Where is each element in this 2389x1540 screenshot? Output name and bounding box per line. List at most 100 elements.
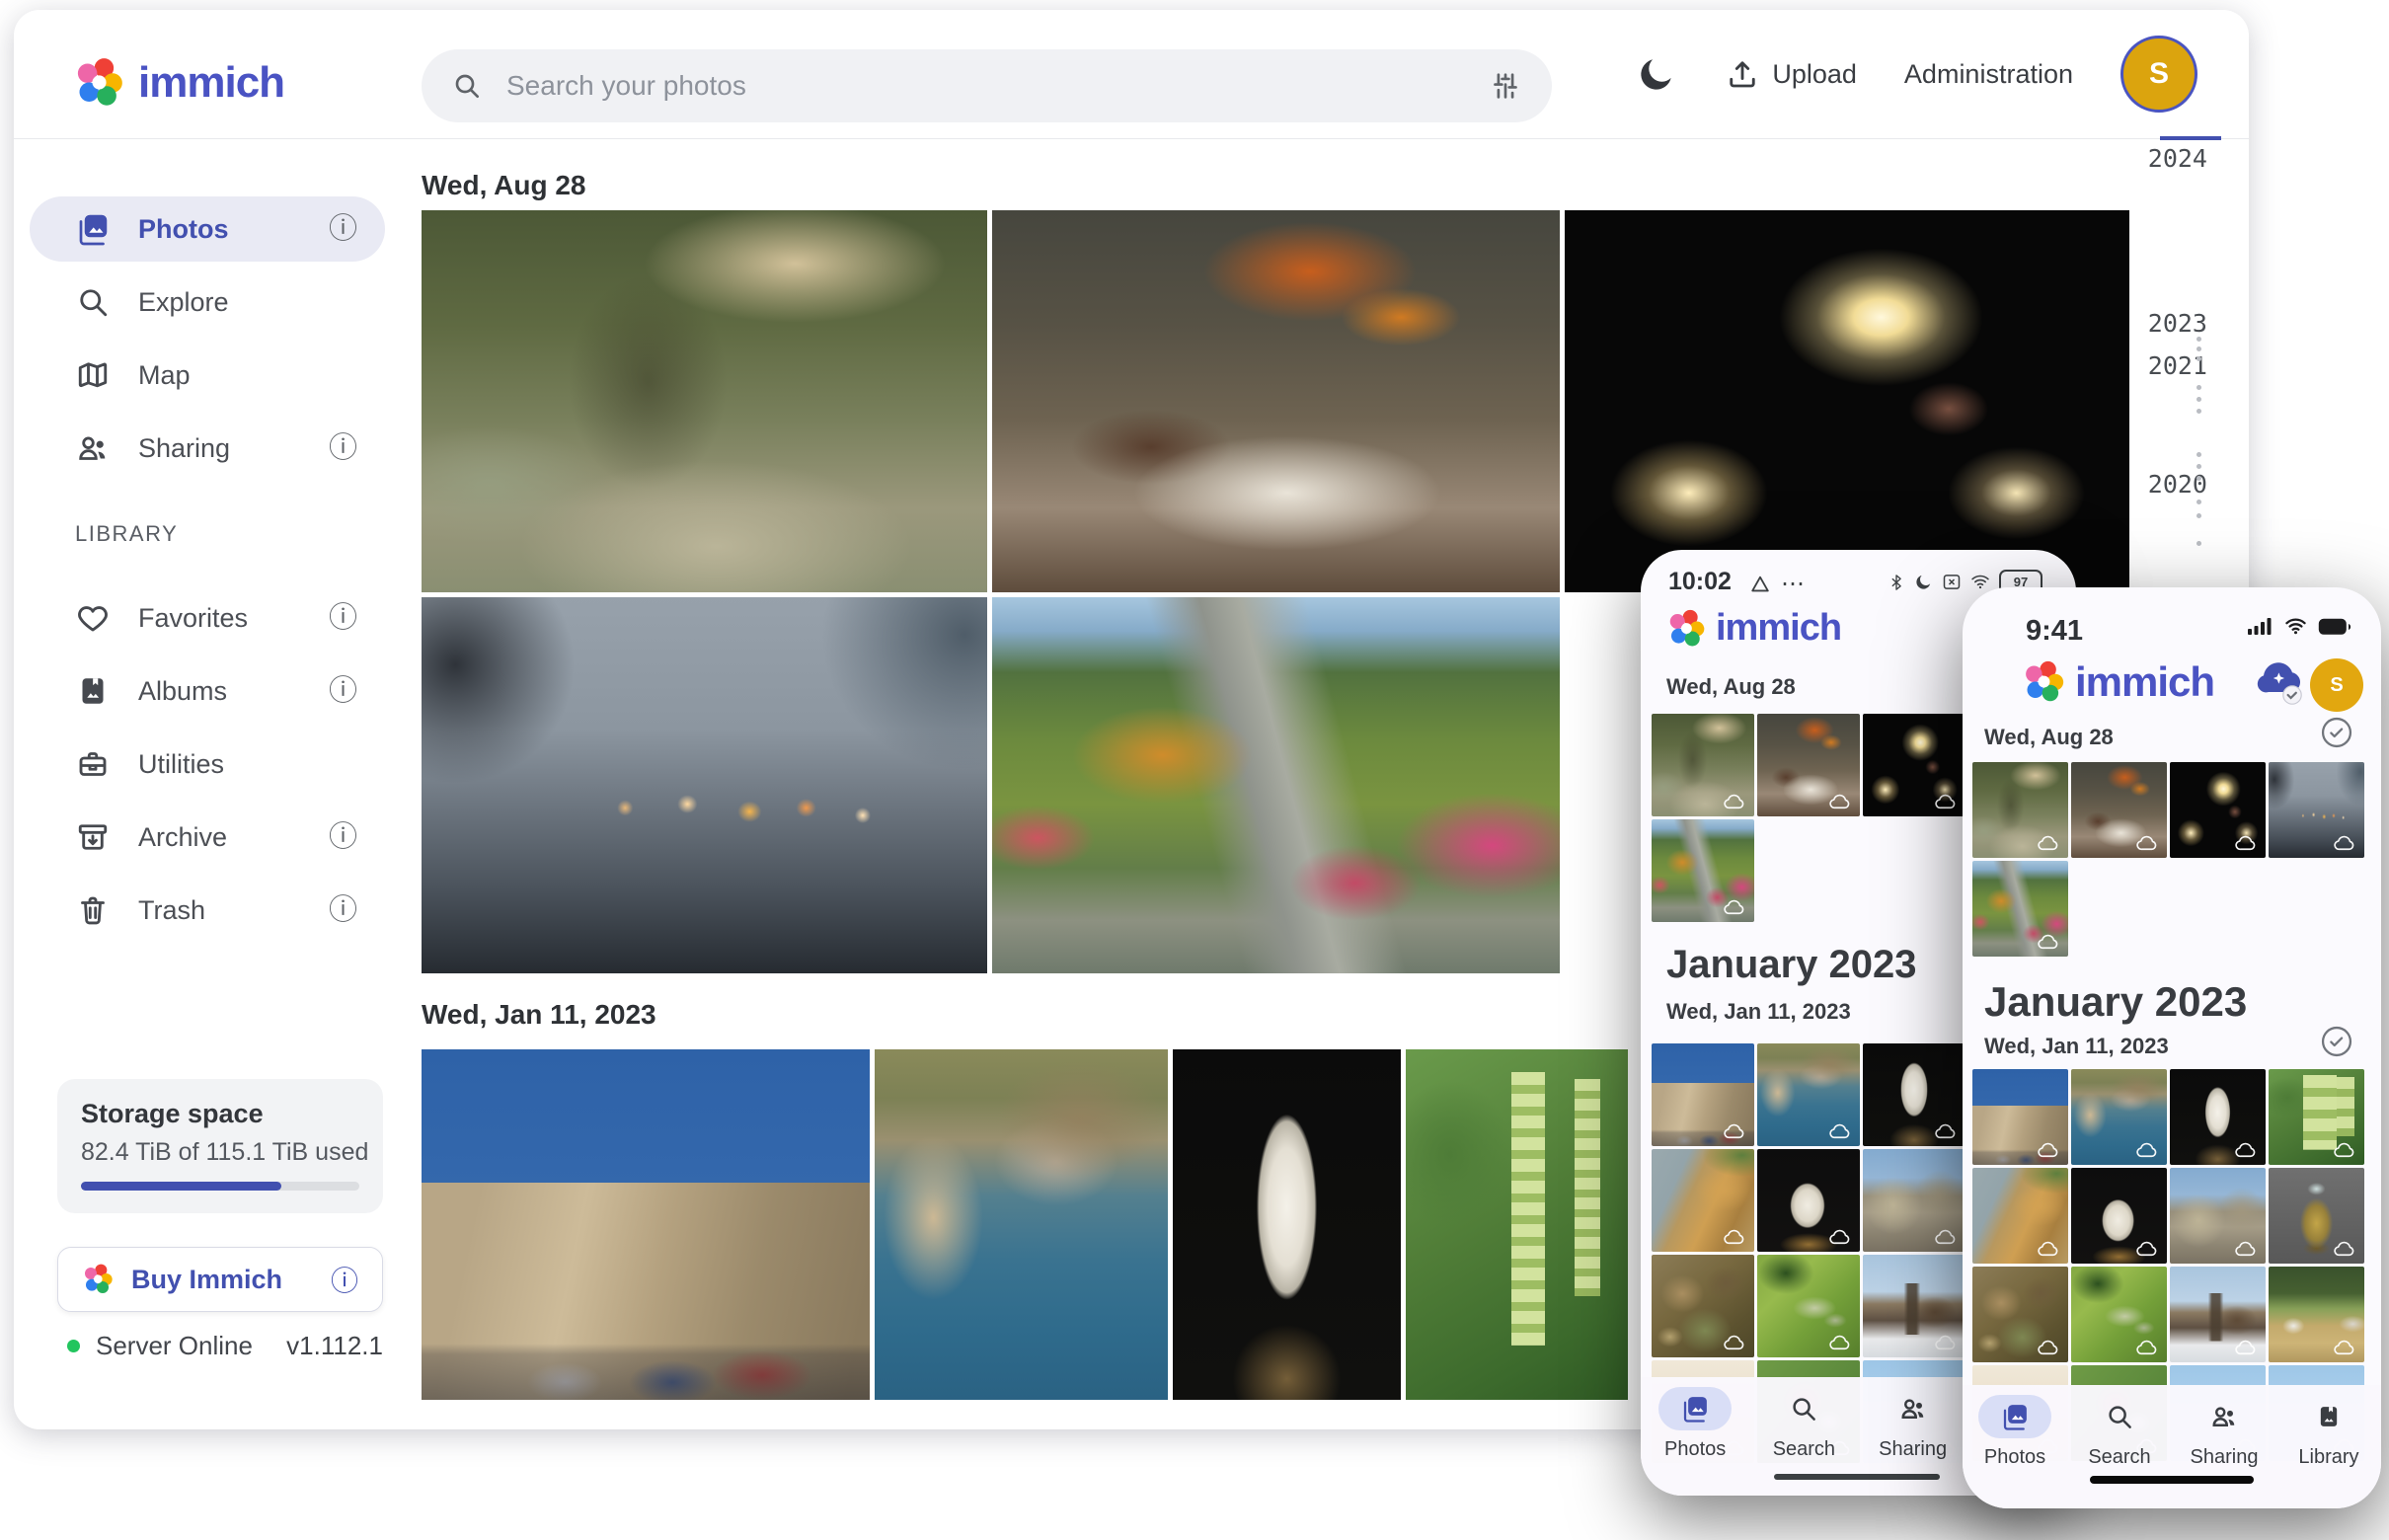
photo-fortress-thumbnail[interactable] <box>1972 1069 2068 1165</box>
app-title: immich <box>138 58 284 108</box>
phone2-home-indicator[interactable] <box>2090 1476 2254 1484</box>
photo-zoo-thumbnail[interactable] <box>422 210 987 592</box>
timeline-year-2024[interactable]: 2024 <box>2148 144 2207 173</box>
phone2-nav-photos[interactable]: Photos <box>1965 1395 2064 1469</box>
photo-lizard2-thumbnail[interactable] <box>2071 1267 2167 1362</box>
phone2-nav-sharing[interactable]: Sharing <box>2175 1395 2273 1469</box>
photo-berries-thumbnail[interactable] <box>1406 1049 1628 1400</box>
administration-link[interactable]: Administration <box>1904 59 2073 90</box>
cloud-icon <box>2234 1339 2259 1356</box>
sidebar-item-utilities[interactable]: Utilities <box>30 732 385 797</box>
photo-fortress-thumbnail[interactable] <box>422 1049 870 1400</box>
phone1-home-indicator[interactable] <box>1774 1474 1940 1480</box>
info-icon[interactable]: ⓘ <box>329 215 357 244</box>
phone2-nav-library[interactable]: Library <box>2279 1395 2378 1469</box>
sidebar-item-explore[interactable]: Explore <box>30 270 385 335</box>
photo-sculpt2-thumbnail[interactable] <box>1757 1149 1860 1252</box>
sidebar-item-photos[interactable]: Photos ⓘ <box>30 196 385 262</box>
info-icon[interactable]: ⓘ <box>329 604 357 633</box>
photo-path-thumbnail[interactable] <box>992 597 1560 973</box>
buy-immich-button[interactable]: Buy Immich ⓘ <box>57 1247 383 1312</box>
photo-beach-thumbnail[interactable] <box>1652 1149 1754 1252</box>
photo-dinner-thumbnail[interactable] <box>992 210 1560 592</box>
storage-title: Storage space <box>81 1099 264 1129</box>
dark-mode-moon-icon[interactable] <box>1636 53 1677 95</box>
photo-coast-thumbnail[interactable] <box>1757 1043 1860 1146</box>
cloud-icon <box>2037 1240 2061 1258</box>
cloud-icon <box>1828 1228 1853 1246</box>
photo-dinner-thumbnail[interactable] <box>1757 714 1860 816</box>
info-icon: ⓘ <box>331 1260 358 1299</box>
upload-button[interactable]: Upload <box>1725 56 1857 92</box>
phone2-user-avatar[interactable]: S <box>2310 658 2363 712</box>
sidebar-item-map[interactable]: Map <box>30 343 385 408</box>
immich-logo[interactable]: immich <box>73 57 284 109</box>
photo-hands-thumbnail[interactable] <box>2269 762 2364 858</box>
select-day-check-icon[interactable] <box>2320 716 2353 749</box>
photo-dinner-thumbnail[interactable] <box>2071 762 2167 858</box>
photo-lizard1-thumbnail[interactable] <box>1972 1267 2068 1362</box>
photo-fireworks-thumbnail[interactable] <box>2170 762 2266 858</box>
phone1-nav-search[interactable]: Search <box>1754 1387 1853 1461</box>
phone2-date-header-aug: Wed, Aug 28 <box>1984 725 2114 750</box>
timeline-year-2020[interactable]: 2020 <box>2148 470 2207 499</box>
sidebar-item-albums[interactable]: Albums ⓘ <box>30 658 385 724</box>
photo-hands-thumbnail[interactable] <box>422 597 987 973</box>
phone1-app-title: immich <box>1716 607 1841 650</box>
sidebar-item-archive[interactable]: Archive ⓘ <box>30 805 385 870</box>
cloud-icon <box>2037 1339 2061 1356</box>
photo-bust-thumbnail[interactable] <box>2170 1069 2266 1165</box>
storage-progress-fill <box>81 1182 281 1191</box>
cloud-icon <box>2234 1240 2259 1258</box>
phone2-nav-search[interactable]: Search <box>2070 1395 2169 1469</box>
search-input[interactable]: Search your photos <box>506 70 1489 102</box>
photo-ruin-thumbnail[interactable] <box>1863 1149 1965 1252</box>
info-icon[interactable]: ⓘ <box>329 823 357 852</box>
photos-icon <box>2000 1402 2030 1431</box>
filter-icon[interactable] <box>1489 69 1522 103</box>
phone2-status-right-icons <box>2248 617 2351 636</box>
info-icon[interactable]: ⓘ <box>329 434 357 463</box>
phone1-status-left-icons: ⋯ <box>1749 570 1806 598</box>
cloud-icon <box>2333 1240 2357 1258</box>
photo-coast-thumbnail[interactable] <box>875 1049 1168 1400</box>
photo-fireworks-thumbnail[interactable] <box>1863 714 1965 816</box>
photo-zoo-thumbnail[interactable] <box>1652 714 1754 816</box>
photo-sculpt2-thumbnail[interactable] <box>2071 1168 2167 1264</box>
photo-fortress-thumbnail[interactable] <box>1652 1043 1754 1146</box>
photo-fireworks-thumbnail[interactable] <box>1565 210 2129 592</box>
photo-winter-thumbnail[interactable] <box>2170 1267 2266 1362</box>
photo-bust-thumbnail[interactable] <box>1863 1043 1965 1146</box>
phone1-nav-sharing[interactable]: Sharing <box>1864 1387 1963 1461</box>
photo-winter-thumbnail[interactable] <box>1863 1255 1965 1357</box>
photo-lizard2-thumbnail[interactable] <box>1757 1255 1860 1357</box>
phone1-nav-photos[interactable]: Photos <box>1646 1387 1744 1461</box>
photo-beach-thumbnail[interactable] <box>1972 1168 2068 1264</box>
photo-lizard1-thumbnail[interactable] <box>1652 1255 1754 1357</box>
cloud-icon <box>1828 1334 1853 1351</box>
photo-ornate-thumbnail[interactable] <box>2269 1168 2364 1264</box>
sidebar-item-sharing[interactable]: Sharing ⓘ <box>30 416 385 481</box>
photo-farm-thumbnail[interactable] <box>2269 1267 2364 1362</box>
info-icon[interactable]: ⓘ <box>329 896 357 925</box>
photo-bust-thumbnail[interactable] <box>1173 1049 1401 1400</box>
timeline-year-2023[interactable]: 2023 <box>2148 309 2207 338</box>
albums-icon <box>75 673 111 709</box>
sidebar-item-trash[interactable]: Trash ⓘ <box>30 878 385 943</box>
photo-coast-thumbnail[interactable] <box>2071 1069 2167 1165</box>
photo-berries-thumbnail[interactable] <box>2269 1069 2364 1165</box>
info-icon[interactable]: ⓘ <box>329 677 357 706</box>
user-avatar[interactable]: S <box>2120 36 2197 113</box>
cloud-sync-button[interactable] <box>2255 660 2306 706</box>
server-status-label: Server Online <box>96 1331 286 1361</box>
photo-path-thumbnail[interactable] <box>1972 861 2068 957</box>
photo-ruin-thumbnail[interactable] <box>2170 1168 2266 1264</box>
upload-label: Upload <box>1772 59 1857 90</box>
search-bar[interactable]: Search your photos <box>422 49 1552 122</box>
sidebar-item-favorites[interactable]: Favorites ⓘ <box>30 585 385 651</box>
select-day-check-icon[interactable] <box>2320 1025 2353 1058</box>
wifi-icon <box>2283 617 2308 636</box>
photo-path-thumbnail[interactable] <box>1652 819 1754 922</box>
timeline-position-indicator[interactable] <box>2160 136 2221 140</box>
photo-zoo-thumbnail[interactable] <box>1972 762 2068 858</box>
